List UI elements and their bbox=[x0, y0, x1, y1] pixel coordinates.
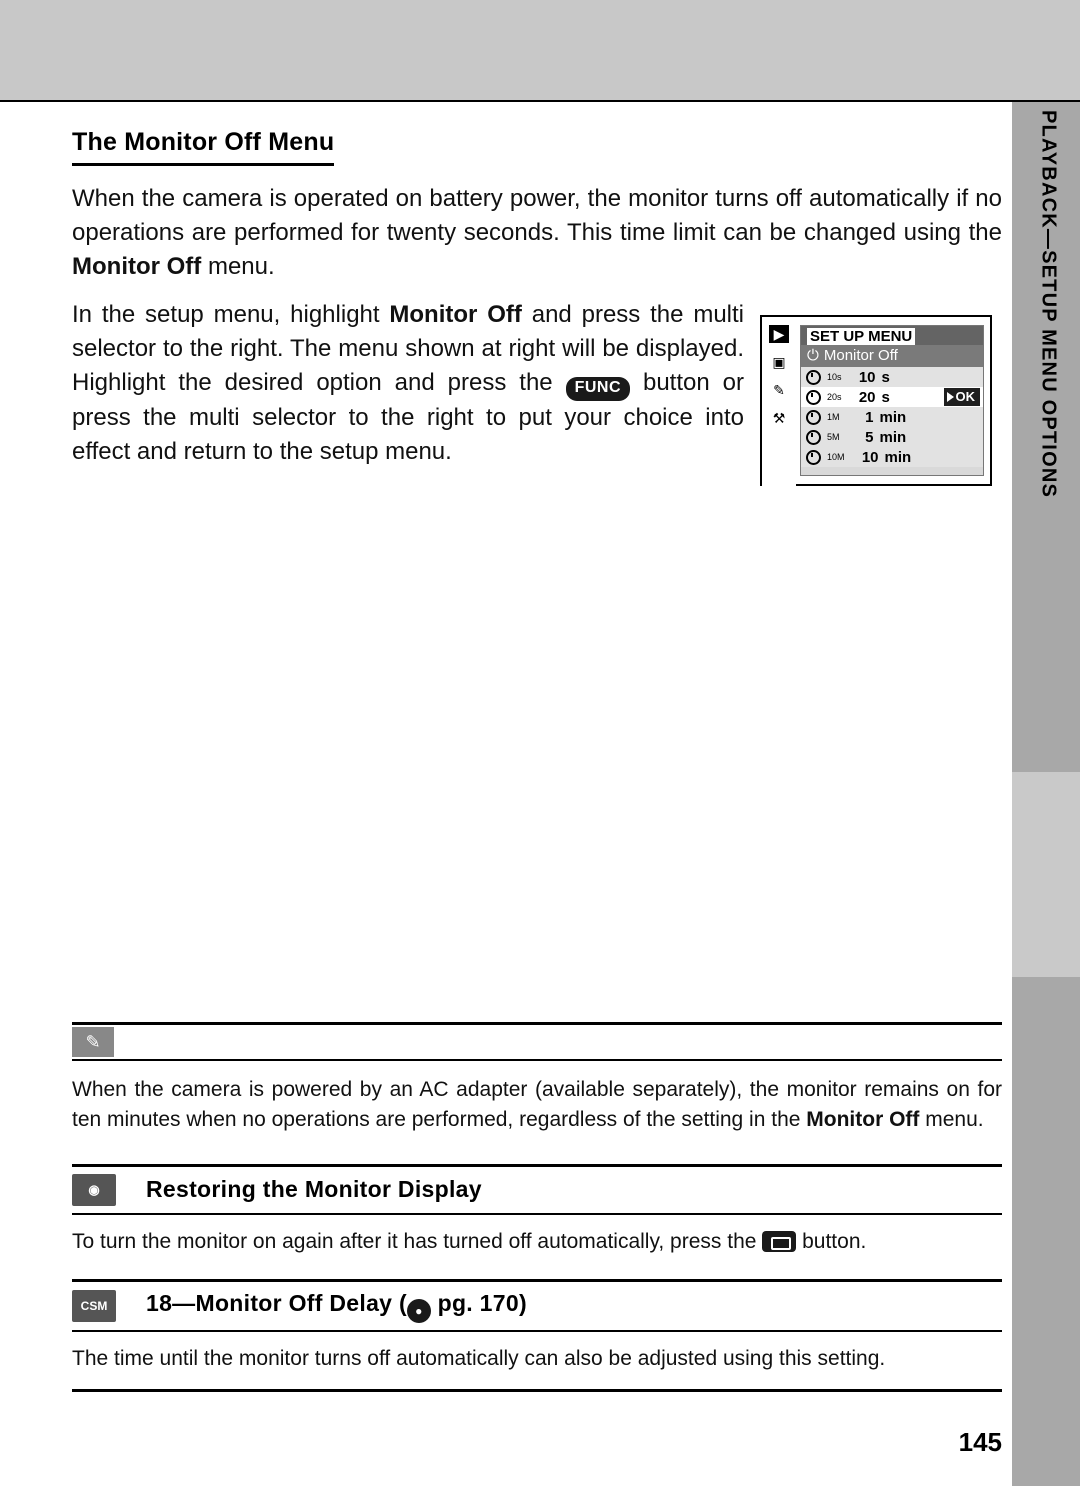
power-icon: ⏻ bbox=[807, 347, 819, 364]
lcd-option-tag: 20s bbox=[827, 392, 842, 402]
paragraph-intro-part2: menu. bbox=[201, 253, 275, 281]
lcd-option-tag: 5M bbox=[827, 432, 840, 442]
csm-divider-mid bbox=[72, 1330, 1002, 1333]
timer-icon bbox=[806, 429, 827, 445]
pencil-icon: ✎ bbox=[773, 381, 785, 398]
note-divider-mid bbox=[72, 1059, 1002, 1061]
lcd-option-row-selected[interactable]: 20s 20 s OK bbox=[801, 387, 983, 407]
lcd-option-unit: min bbox=[879, 408, 907, 426]
monitor-button-icon bbox=[762, 1230, 797, 1252]
lcd-option-unit: s bbox=[881, 388, 890, 406]
lcd-side-icon-column: ▶ ▣ ✎ ⚒ bbox=[762, 317, 796, 492]
lcd-menu-subtitle-text: Monitor Off bbox=[823, 347, 898, 364]
notes-area: ✎ When the camera is powered by an AC ad… bbox=[72, 1022, 1002, 1392]
lcd-ok-label: OK bbox=[955, 389, 976, 404]
csm-title-part1: 18—Monitor Off Delay ( bbox=[146, 1289, 407, 1316]
paragraph-intro-part1: When the camera is operated on battery p… bbox=[72, 185, 1002, 247]
lcd-option-unit: min bbox=[879, 428, 907, 446]
paragraph-instructions: In the setup menu, highlight Monitor Off… bbox=[72, 298, 744, 469]
func-button-icon: FUNC bbox=[565, 377, 631, 401]
lcd-option-row[interactable]: 1M 1 min bbox=[801, 407, 983, 427]
lcd-option-tag: 1M bbox=[827, 412, 840, 422]
lcd-option-tag: 10M bbox=[827, 452, 845, 462]
timer-icon bbox=[806, 449, 827, 465]
book-icon: ● bbox=[406, 1298, 431, 1323]
monitor-badge-icon: ◉ bbox=[72, 1173, 116, 1206]
page-header-band bbox=[0, 0, 1080, 102]
csm-title-part2: pg. 170) bbox=[430, 1289, 527, 1316]
paragraph-instructions-part1: In the setup menu, highlight bbox=[72, 301, 390, 329]
restore-body: To turn the monitor on again after it ha… bbox=[72, 1227, 1002, 1257]
camera-lcd-illustration: ▶ ▣ ✎ ⚒ SET UP MENU ⏻ Monitor Off 10s 10… bbox=[760, 315, 992, 492]
lcd-option-value: 1 bbox=[865, 408, 874, 426]
lcd-option-row[interactable]: 5M 5 min bbox=[801, 427, 983, 447]
lcd-ok-button[interactable]: OK bbox=[943, 388, 980, 406]
side-tab-middle bbox=[1012, 772, 1080, 977]
page-title: The Monitor Off Menu bbox=[72, 128, 335, 166]
ac-note-header: ✎ bbox=[72, 1025, 1002, 1059]
pencil-icon: ✎ bbox=[72, 1027, 114, 1057]
lcd-menu-title-text: SET UP MENU bbox=[807, 328, 916, 345]
ac-note-bold: Monitor Off bbox=[806, 1108, 920, 1132]
side-tab-lower bbox=[1012, 977, 1080, 1486]
paragraph-instructions-bold: Monitor Off bbox=[389, 301, 522, 329]
restore-title: Restoring the Monitor Display bbox=[146, 1176, 482, 1203]
lcd-option-value: 10 bbox=[858, 368, 876, 386]
wrench-icon: ⚒ bbox=[772, 409, 786, 426]
section-side-label: PLAYBACK—SETUP MENU OPTIONS bbox=[1022, 110, 1074, 730]
csm-body: The time until the monitor turns off aut… bbox=[72, 1347, 886, 1371]
csm-section: CSM 18—Monitor Off Delay (● pg. 170) The… bbox=[72, 1279, 1002, 1392]
lcd-option-unit: min bbox=[884, 448, 912, 466]
restore-divider-mid bbox=[72, 1212, 1002, 1215]
paragraph-intro: When the camera is operated on battery p… bbox=[72, 182, 1002, 284]
restore-body-part1: To turn the monitor on again after it ha… bbox=[72, 1229, 763, 1253]
lcd-option-value: 20 bbox=[858, 388, 876, 406]
csm-header: CSM 18—Monitor Off Delay (● pg. 170) bbox=[72, 1282, 1002, 1330]
lcd-menu-subtitle: ⏻ Monitor Off bbox=[801, 345, 983, 367]
lcd-option-row[interactable]: 10M 10 min bbox=[801, 447, 983, 467]
csm-title: 18—Monitor Off Delay (● pg. 170) bbox=[146, 1290, 527, 1323]
lcd-option-value: 5 bbox=[865, 428, 874, 446]
lcd-menu-title: SET UP MENU bbox=[801, 326, 983, 345]
lcd-option-row[interactable]: 10s 10 s bbox=[801, 367, 983, 387]
csm-badge-icon: CSM bbox=[72, 1290, 116, 1323]
section-side-label-text: PLAYBACK—SETUP MENU OPTIONS bbox=[1037, 110, 1060, 499]
restore-section: ◉ Restoring the Monitor Display To turn … bbox=[72, 1163, 1002, 1257]
lcd-option-unit: s bbox=[881, 368, 890, 386]
lcd-option-list: 10s 10 s 20s 20 s OK 1M 1 min 5M 5 min 1… bbox=[801, 367, 983, 467]
restore-header: ◉ Restoring the Monitor Display bbox=[72, 1167, 1002, 1213]
paragraph-intro-bold: Monitor Off bbox=[72, 253, 202, 281]
timer-icon bbox=[806, 409, 827, 425]
camera-icon: ▣ bbox=[772, 353, 786, 370]
lcd-screen: SET UP MENU ⏻ Monitor Off 10s 10 s 20s 2… bbox=[800, 325, 984, 476]
right-arrow-icon bbox=[946, 391, 954, 402]
timer-icon bbox=[806, 369, 827, 385]
page-number: 145 bbox=[958, 1427, 1002, 1457]
timer-icon bbox=[806, 389, 827, 405]
restore-body-part2: button. bbox=[796, 1229, 867, 1253]
ac-note-body: When the camera is powered by an AC adap… bbox=[72, 1075, 1002, 1136]
csm-divider-bottom bbox=[72, 1388, 1002, 1392]
play-icon: ▶ bbox=[769, 325, 789, 343]
ac-note-part2: menu. bbox=[919, 1108, 984, 1132]
lcd-option-value: 10 bbox=[861, 448, 879, 466]
lcd-option-tag: 10s bbox=[827, 372, 842, 382]
